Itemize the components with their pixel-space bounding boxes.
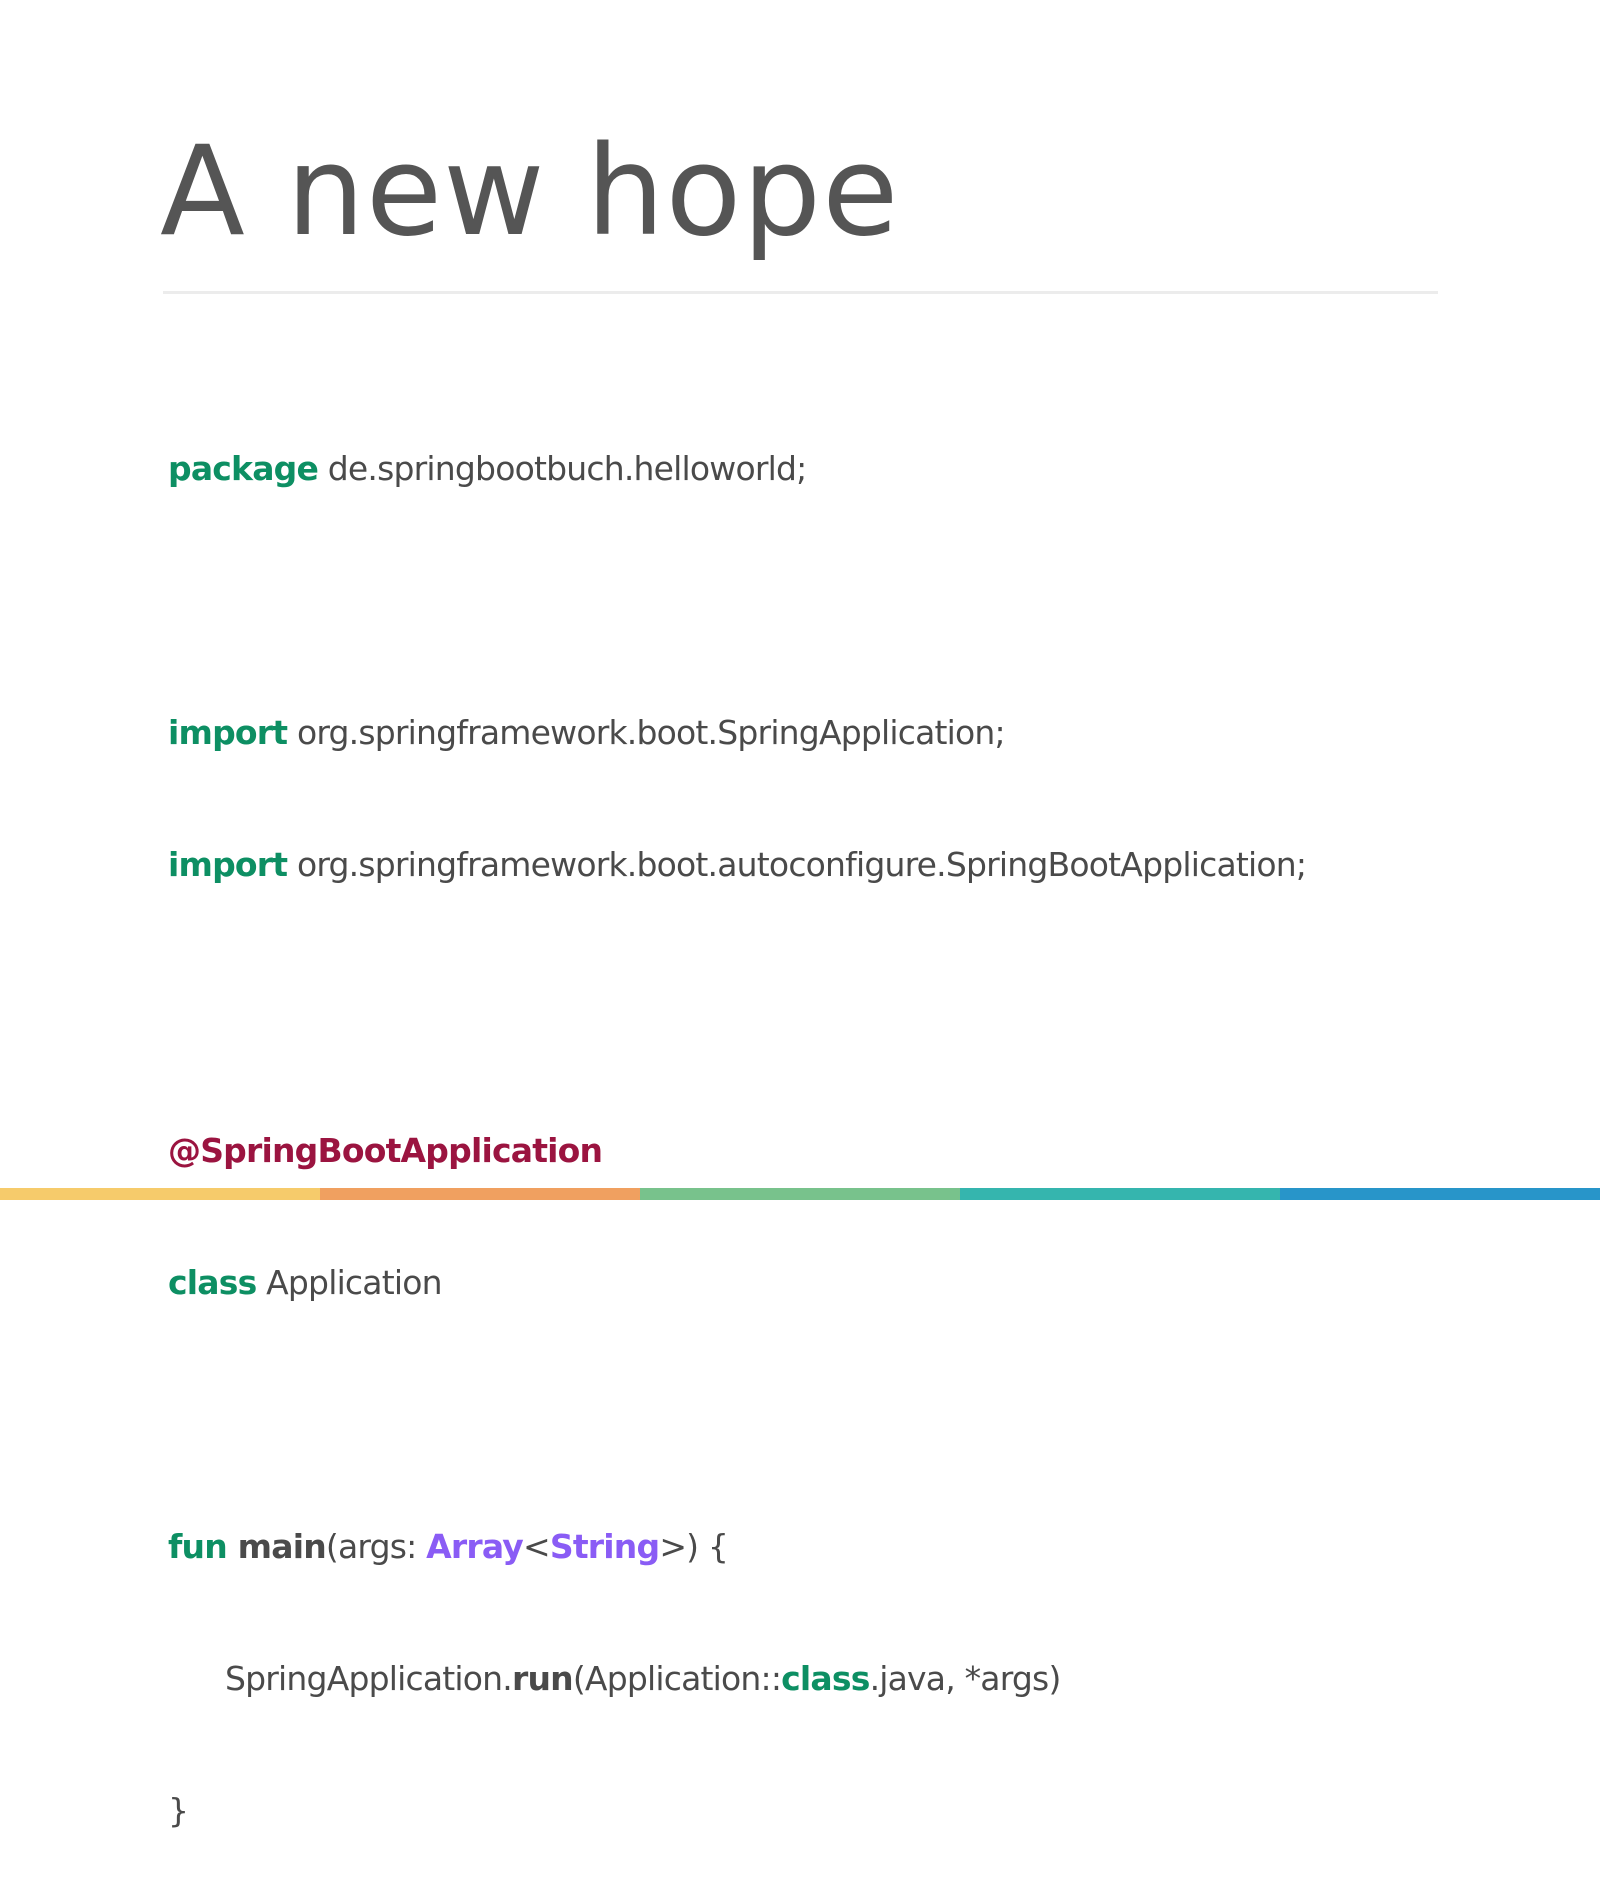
fun-params-open: (args: — [325, 1527, 427, 1566]
color-bar-segment-teal — [960, 1188, 1280, 1200]
keyword-import: import — [168, 713, 288, 752]
color-bar-segment-yellow — [0, 1188, 320, 1200]
code-line-close: } — [168, 1789, 1306, 1833]
generic-open: < — [523, 1527, 551, 1566]
type-string: String — [549, 1527, 660, 1566]
import-path: org.springframework.boot.autoconfigure.S… — [287, 845, 1307, 884]
keyword-class: class — [781, 1659, 870, 1698]
color-bar-segment-blue — [1280, 1188, 1600, 1200]
code-line-import-2: import org.springframework.boot.autoconf… — [168, 843, 1307, 887]
call-args-close: .java, *args) — [869, 1659, 1062, 1698]
keyword-fun: fun — [168, 1527, 228, 1566]
fun-params-close: >) { — [659, 1527, 729, 1566]
title-divider — [163, 291, 1438, 294]
code-line-fun: fun main(args: Array<String>) { — [168, 1525, 1306, 1569]
code-line-package: package de.springbootbuch.helloworld; — [168, 447, 1306, 491]
call-receiver: SpringApplication. — [225, 1659, 513, 1698]
close-brace: } — [168, 1791, 189, 1830]
call-name: run — [511, 1659, 574, 1698]
slide-title: A new hope — [160, 120, 900, 264]
code-block: package de.springbootbuch.helloworld; im… — [168, 359, 1307, 1877]
code-line-class: class Application — [168, 1261, 1306, 1305]
code-line-annotation: @SpringBootApplication — [168, 1129, 1306, 1173]
import-path: org.springframework.boot.SpringApplicati… — [287, 713, 1006, 752]
annotation: @SpringBootApplication — [168, 1131, 603, 1170]
code-line-run: SpringApplication.run(Application::class… — [168, 1657, 1306, 1701]
color-bar-segment-orange — [320, 1188, 640, 1200]
footer-color-bar — [0, 1188, 1600, 1200]
keyword-class: class — [168, 1263, 257, 1302]
code-line-import-1: import org.springframework.boot.SpringAp… — [168, 711, 1306, 755]
function-name: main — [226, 1527, 327, 1566]
type-array: Array — [426, 1527, 524, 1566]
call-args-open: (Application:: — [572, 1659, 782, 1698]
class-name: Application — [256, 1263, 442, 1302]
color-bar-segment-green — [640, 1188, 960, 1200]
keyword-package: package — [168, 449, 319, 488]
package-name: de.springbootbuch.helloworld; — [318, 449, 807, 488]
keyword-import: import — [168, 845, 288, 884]
